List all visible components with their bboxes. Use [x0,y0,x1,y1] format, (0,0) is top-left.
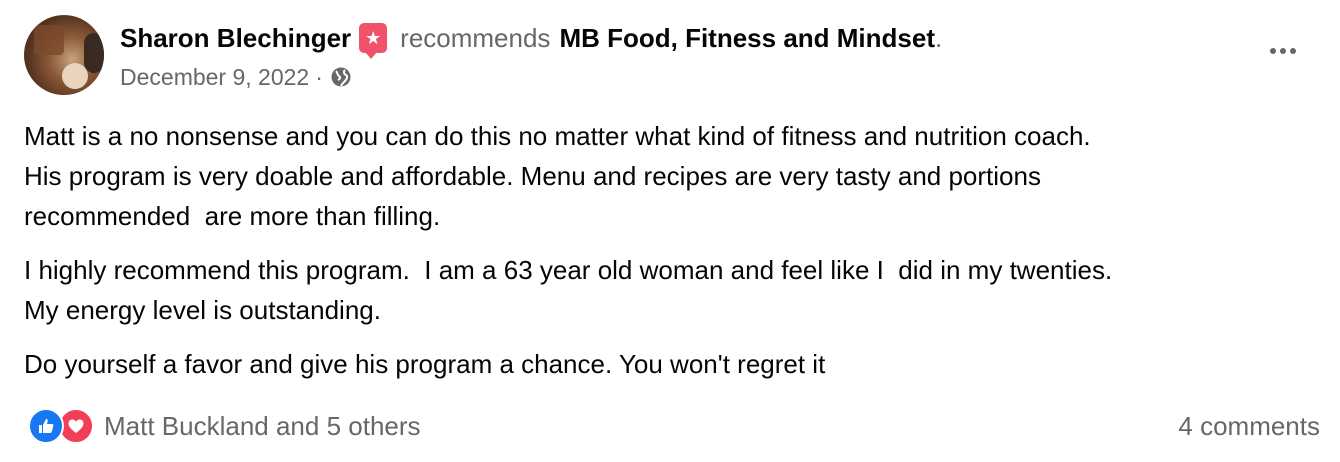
post-card: Sharon Blechinger ★ recommends MB Food, … [0,0,1340,462]
avatar-photo-detail [34,25,64,55]
author-avatar[interactable] [24,15,104,95]
post-headline: Sharon Blechinger ★ recommends MB Food, … [120,18,943,59]
post-footer: Matt Buckland and 5 others 4 comments [28,406,1320,446]
like-icon [28,408,64,444]
post-body: Matt is a no nonsense and you can do thi… [24,116,1324,398]
author-name-link[interactable]: Sharon Blechinger [120,23,351,54]
reactions-summary-link[interactable]: Matt Buckland and 5 others [104,411,421,442]
comments-count-link[interactable]: 4 comments [1178,411,1320,442]
post-header: Sharon Blechinger ★ recommends MB Food, … [120,18,942,94]
globe-icon[interactable] [330,66,352,88]
recommend-icon: ★ [359,23,388,59]
more-dot [1290,48,1296,54]
more-dot [1270,48,1276,54]
headline-period: . [935,22,943,53]
meta-separator: · [315,63,323,90]
avatar-photo-detail [62,63,88,89]
post-date-link[interactable]: December 9, 2022 [120,64,309,91]
recommends-text: recommends [400,22,551,53]
post-paragraph: Matt is a no nonsense and you can do thi… [24,121,1091,231]
page-name-link[interactable]: MB Food, Fitness and Mindset [559,23,935,54]
more-dot [1280,48,1286,54]
reactions-icons[interactable] [28,408,94,444]
post-paragraph: Do yourself a favor and give his program… [24,349,826,379]
post-meta: December 9, 2022 · [120,60,942,94]
avatar-photo-detail [84,33,104,73]
post-paragraph: I highly recommend this program. I am a … [24,255,1113,325]
more-options-button[interactable] [1263,36,1303,66]
